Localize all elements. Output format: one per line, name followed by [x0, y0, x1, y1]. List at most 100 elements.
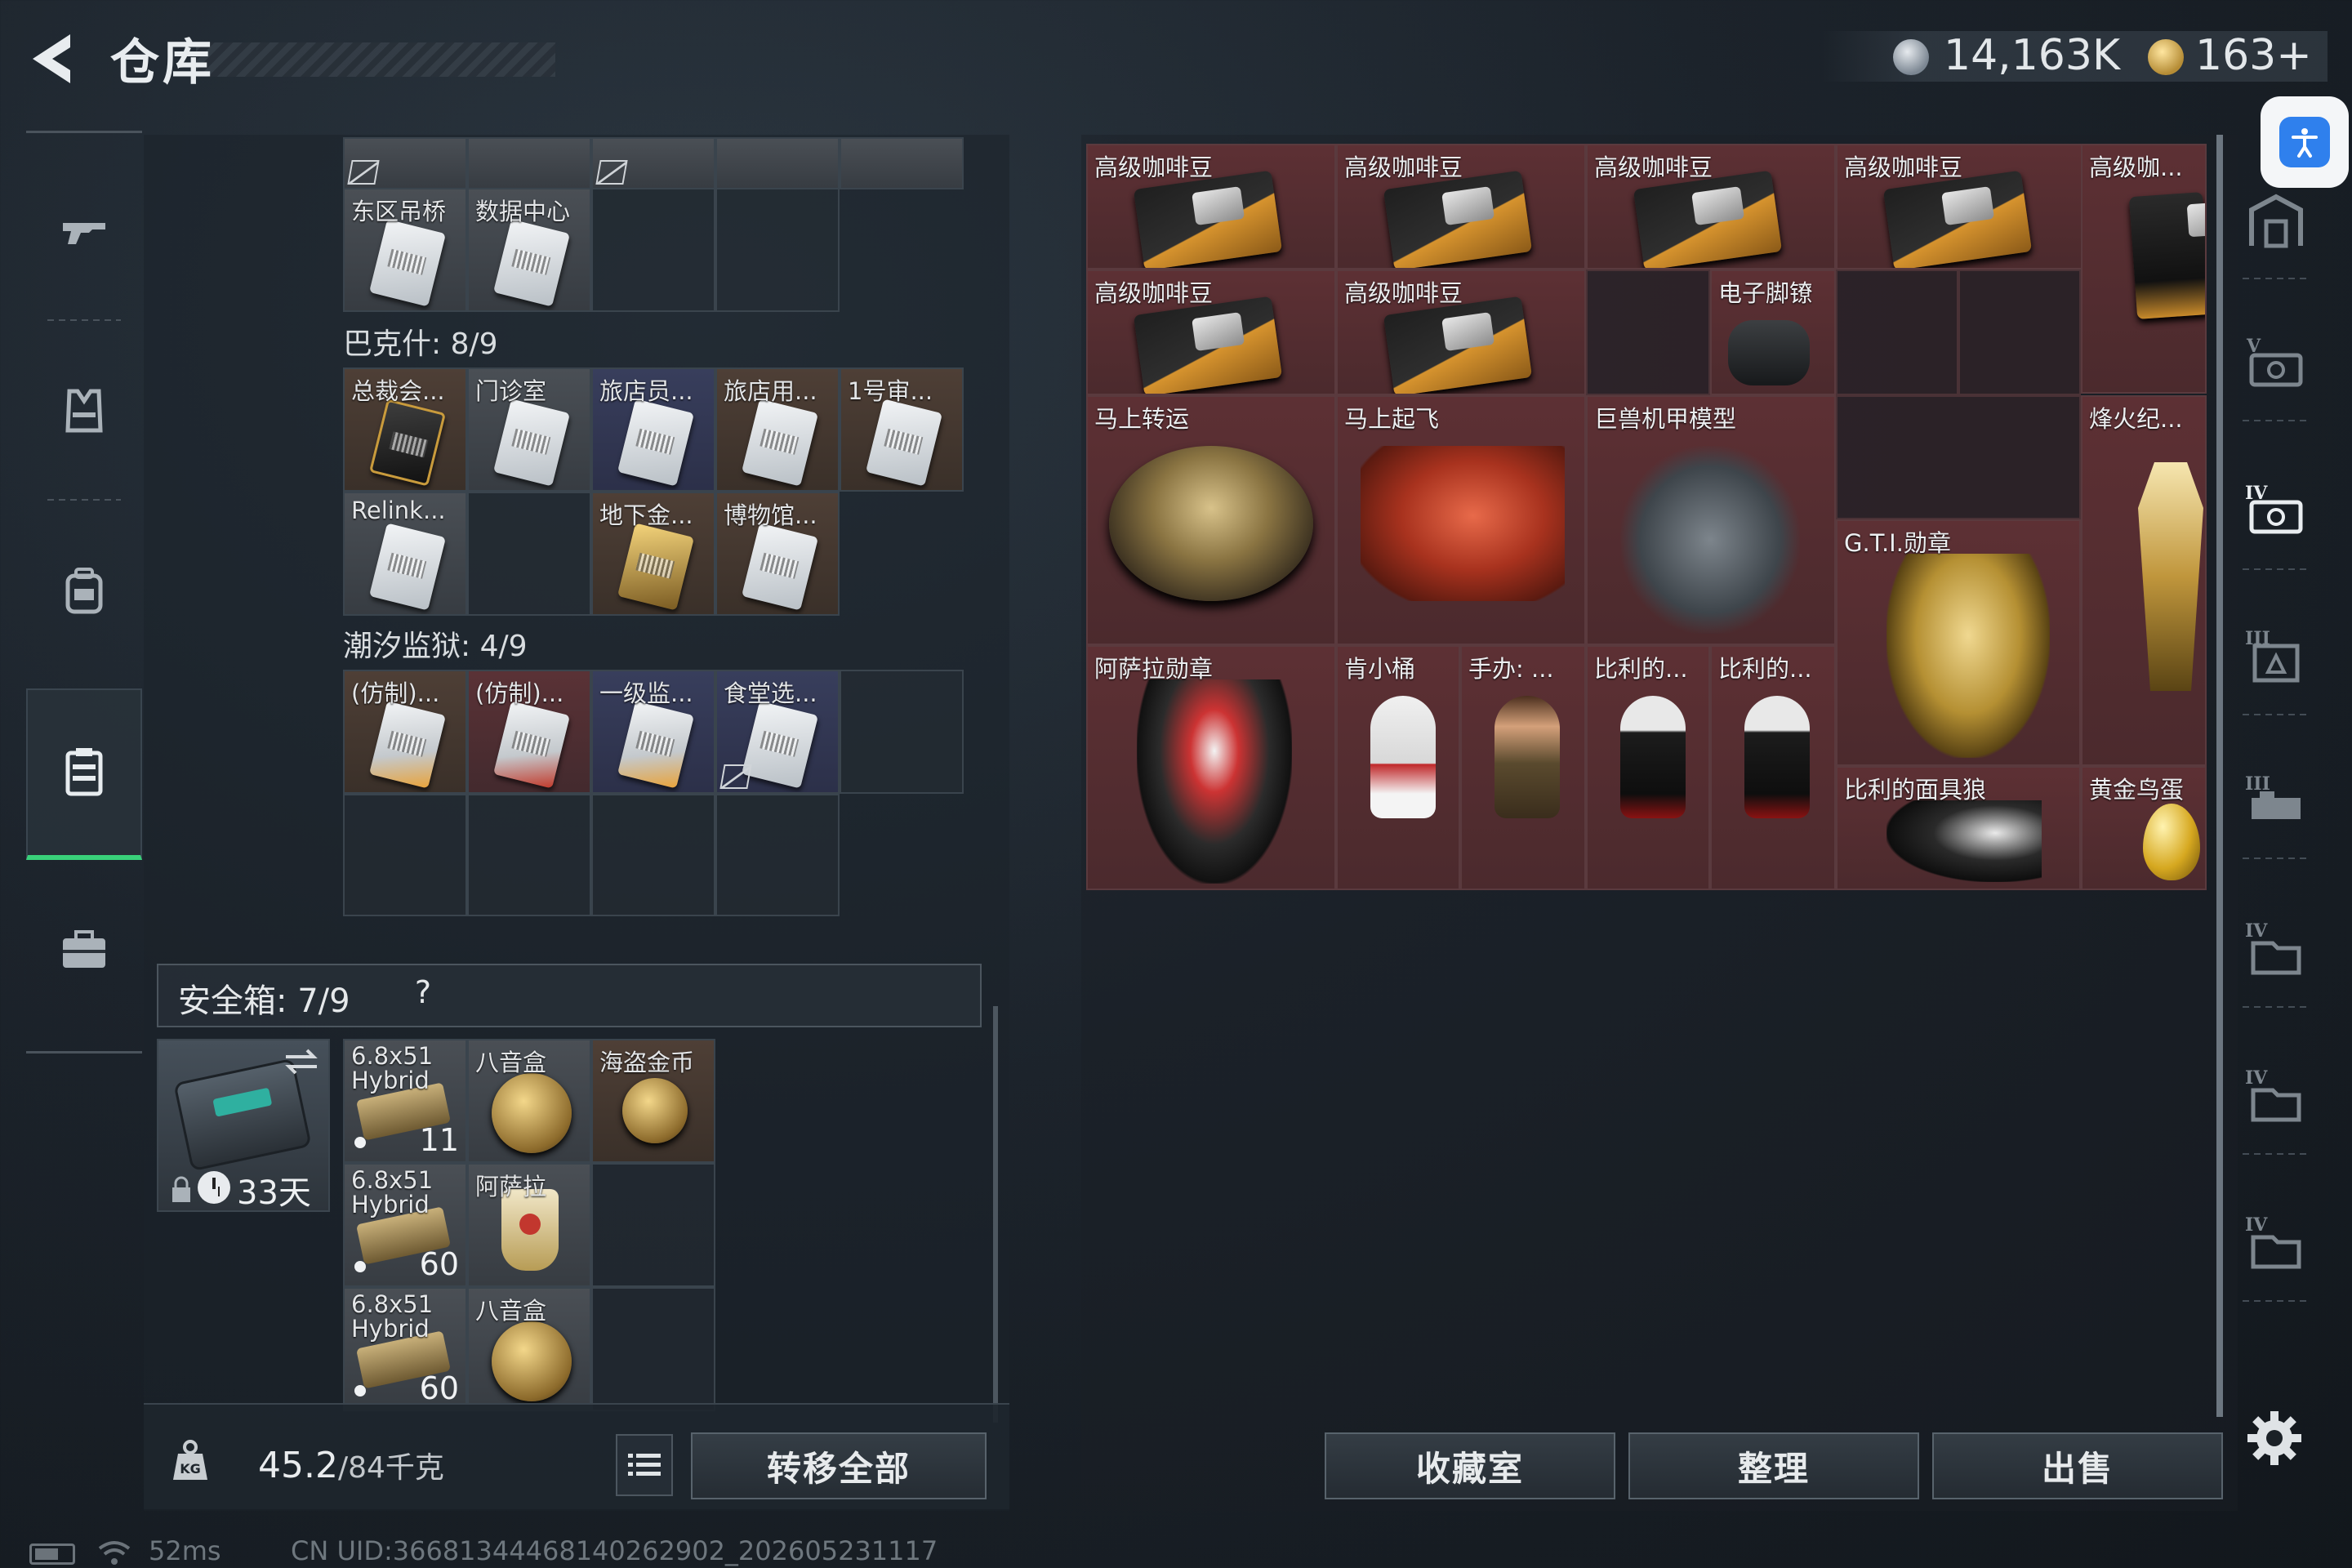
coffee-bean-bag-icon: [1133, 170, 1283, 268]
collection-room-button[interactable]: 收藏室: [1325, 1432, 1615, 1499]
nav-divider: [2243, 420, 2308, 421]
keycard-slot-empty[interactable]: [840, 670, 964, 794]
settings-button[interactable]: [2244, 1408, 2305, 1468]
storage-home-tab[interactable]: [2239, 185, 2313, 258]
stash-item[interactable]: 高级咖啡豆: [1586, 144, 1836, 270]
safe-box-item[interactable]: 6.8x51 Hybrid 60: [343, 1163, 467, 1287]
stash-item[interactable]: 高级咖啡豆: [1086, 144, 1336, 270]
transfer-all-button[interactable]: 转移全部: [691, 1432, 987, 1499]
keycard-slot[interactable]: [343, 137, 467, 189]
stash-tier-tab[interactable]: V: [2239, 327, 2313, 400]
keycard-slot[interactable]: 数据中心: [467, 188, 591, 312]
nav-toolbox[interactable]: [26, 868, 142, 1031]
keycard-slot[interactable]: 食堂选...: [715, 670, 840, 794]
keycard-slot[interactable]: 东区吊桥: [343, 188, 467, 312]
keycard-slot-empty[interactable]: [715, 188, 840, 312]
keycard-slot[interactable]: 总裁会...: [343, 368, 467, 492]
nav-weapons[interactable]: [26, 149, 142, 313]
stash-item[interactable]: 黄金鸟蛋: [2081, 766, 2207, 890]
keycard-slot[interactable]: 地下金...: [591, 492, 715, 616]
stash-item[interactable]: 高级咖啡豆: [1336, 144, 1586, 270]
keycard-slot[interactable]: [591, 137, 715, 189]
stash-scrollbar[interactable]: [2216, 135, 2223, 1417]
stash-tier-tab[interactable]: III: [2239, 619, 2313, 693]
section-title-tidal-prison: 潮汐监狱: 4/9: [343, 630, 528, 663]
left-category-nav: [26, 131, 142, 1054]
stash-item[interactable]: 巨兽机甲模型: [1586, 395, 1836, 645]
keycard-slot[interactable]: 1号审...: [840, 368, 964, 492]
ammo-type-dot: [354, 1385, 366, 1396]
nav-divider: [47, 319, 121, 321]
list-view-button[interactable]: [616, 1434, 673, 1496]
keycard-slot[interactable]: [467, 137, 591, 189]
stash-item[interactable]: 高级咖...: [2081, 144, 2207, 394]
stash-slot-empty[interactable]: [1836, 270, 1958, 395]
stash-item[interactable]: G.T.I.勋章: [1836, 519, 2081, 766]
left-scrollbar[interactable]: [993, 1006, 998, 1423]
stash-item[interactable]: 阿萨拉勋章: [1086, 645, 1336, 890]
safe-box-item[interactable]: 海盗金币: [591, 1039, 715, 1163]
stash-item[interactable]: 比利的...: [1710, 645, 1836, 890]
stash-item[interactable]: 高级咖啡豆: [1336, 270, 1586, 395]
stash-tier-tab[interactable]: IV: [2239, 1205, 2313, 1279]
organize-button[interactable]: 整理: [1628, 1432, 1919, 1499]
back-button[interactable]: [24, 28, 90, 90]
keycard-slot[interactable]: [840, 137, 964, 189]
stash-slot-empty[interactable]: [1958, 270, 2081, 395]
keycard-slot[interactable]: (仿制)...: [343, 670, 467, 794]
keycard-slot[interactable]: [715, 137, 840, 189]
keycard-slot-empty[interactable]: [591, 188, 715, 312]
stash-tier-tab[interactable]: IV: [2239, 911, 2313, 985]
safe-box-slot-empty[interactable]: [591, 1163, 715, 1287]
item-label: 阿萨拉勋章: [1094, 655, 1214, 683]
keycard-slot-empty[interactable]: [343, 794, 467, 916]
keycard-slot-empty[interactable]: [591, 794, 715, 916]
safe-box-item[interactable]: 6.8x51 Hybrid 60: [343, 1287, 467, 1411]
stash-item[interactable]: 马上转运: [1086, 395, 1336, 645]
sell-button[interactable]: 出售: [1932, 1432, 2223, 1499]
keycard-slot[interactable]: 博物馆...: [715, 492, 840, 616]
stash-item[interactable]: 肯小桶: [1336, 645, 1460, 890]
safe-box-item[interactable]: 6.8x51 Hybrid 11: [343, 1039, 467, 1163]
stash-item[interactable]: 马上起飞: [1336, 395, 1586, 645]
keycard-slot-empty[interactable]: [715, 794, 840, 916]
keycard-icon: [368, 701, 447, 789]
stash-item[interactable]: 比利的...: [1586, 645, 1710, 890]
stash-item[interactable]: 高级咖啡豆: [1086, 270, 1336, 395]
keycard-slot[interactable]: (仿制)...: [467, 670, 591, 794]
safe-box-item[interactable]: 阿萨拉: [467, 1163, 591, 1287]
stash-item[interactable]: 高级咖啡豆: [1836, 144, 2086, 270]
keycard-slot[interactable]: Relink...: [343, 492, 467, 616]
stash-slot-empty[interactable]: [1836, 395, 2081, 519]
weight-icon: KG: [170, 1439, 211, 1483]
mech-model-icon: [1620, 446, 1800, 634]
stash-item[interactable]: 比利的面具狼: [1836, 766, 2081, 890]
stash-item[interactable]: 手办: ...: [1460, 645, 1586, 890]
safe-box-item[interactable]: 八音盒: [467, 1039, 591, 1163]
stash-item[interactable]: 烽火纪...: [2081, 395, 2207, 766]
keycard-slot[interactable]: 一级监...: [591, 670, 715, 794]
keycard-slot[interactable]: 旅店员...: [591, 368, 715, 492]
keycard-slot-empty[interactable]: [467, 492, 591, 616]
item-label: 烽火纪...: [2089, 405, 2183, 433]
swap-icon[interactable]: [281, 1045, 322, 1078]
safe-box-item[interactable]: 八音盒: [467, 1287, 591, 1411]
safe-box-slot-empty[interactable]: [591, 1287, 715, 1411]
stash-slot-empty[interactable]: [1586, 270, 1710, 395]
stash-tier-tab-active[interactable]: IV: [2239, 474, 2313, 547]
nav-armor[interactable]: [26, 329, 142, 492]
keycard-slot[interactable]: 门诊室: [467, 368, 591, 492]
nav-backpack[interactable]: [26, 509, 142, 672]
stash-tier-tab[interactable]: IV: [2239, 1058, 2313, 1132]
stash-item[interactable]: 电子脚镣: [1710, 270, 1836, 395]
gold-currency-amount[interactable]: 163+: [2195, 31, 2312, 80]
nav-keycards[interactable]: [26, 688, 142, 860]
keycard-slot[interactable]: 旅店用...: [715, 368, 840, 492]
keycard-slot-empty[interactable]: [467, 794, 591, 916]
safe-box-help-button[interactable]: ?: [402, 974, 444, 1017]
golden-egg-icon: [2143, 804, 2200, 880]
stash-tier-tab[interactable]: III: [2239, 764, 2313, 838]
ammo-count: 60: [419, 1246, 459, 1282]
accessibility-button[interactable]: [2261, 96, 2349, 188]
keycard-icon: [368, 523, 447, 611]
